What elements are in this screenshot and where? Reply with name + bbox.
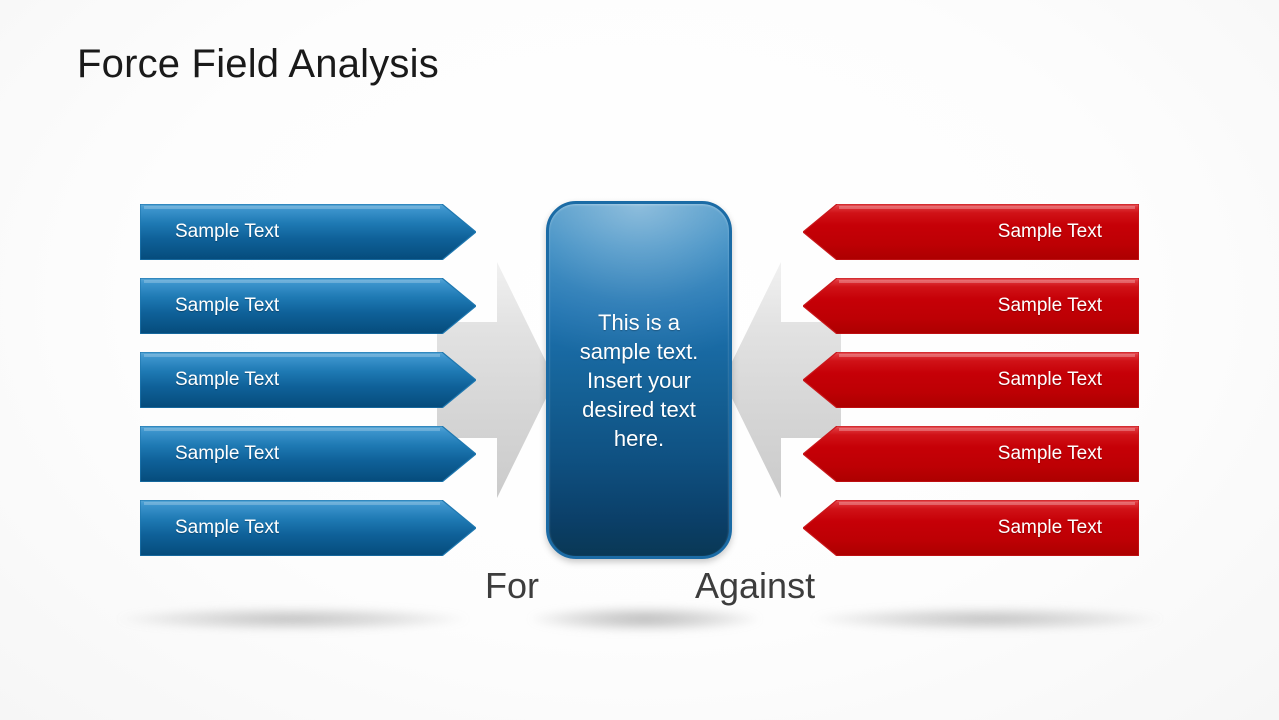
list-item-label: Sample Text (175, 369, 280, 390)
left-group-shadow (118, 607, 468, 631)
list-item[interactable]: Sample Text (803, 352, 1139, 408)
list-item-label: Sample Text (175, 517, 280, 538)
list-item-label: Sample Text (997, 295, 1102, 316)
center-summary-box[interactable]: This is a sample text. Insert your desir… (546, 201, 732, 559)
list-item[interactable]: Sample Text (140, 426, 476, 482)
list-item-label: Sample Text (175, 221, 280, 242)
caption-for: For (485, 565, 539, 606)
list-item[interactable]: Sample Text (140, 278, 476, 334)
list-item[interactable]: Sample Text (140, 500, 476, 556)
list-item-label: Sample Text (997, 221, 1102, 242)
list-item[interactable]: Sample Text (803, 426, 1139, 482)
page-title: Force Field Analysis (77, 42, 439, 86)
list-item[interactable]: Sample Text (803, 278, 1139, 334)
caption-against: Against (695, 565, 816, 606)
list-item-label: Sample Text (997, 443, 1102, 464)
right-group-shadow (812, 607, 1162, 631)
center-summary-text: This is a sample text. Insert your desir… (579, 309, 699, 451)
center-box-shadow (530, 606, 760, 632)
list-item-label: Sample Text (997, 517, 1102, 538)
list-item-label: Sample Text (997, 369, 1102, 390)
list-item[interactable]: Sample Text (803, 204, 1139, 260)
list-item-label: Sample Text (175, 443, 280, 464)
list-item[interactable]: Sample Text (803, 500, 1139, 556)
slide-canvas: Force Field Analysis Sample Text Sample … (0, 0, 1279, 720)
list-item[interactable]: Sample Text (140, 352, 476, 408)
list-item-label: Sample Text (175, 295, 280, 316)
list-item[interactable]: Sample Text (140, 204, 476, 260)
